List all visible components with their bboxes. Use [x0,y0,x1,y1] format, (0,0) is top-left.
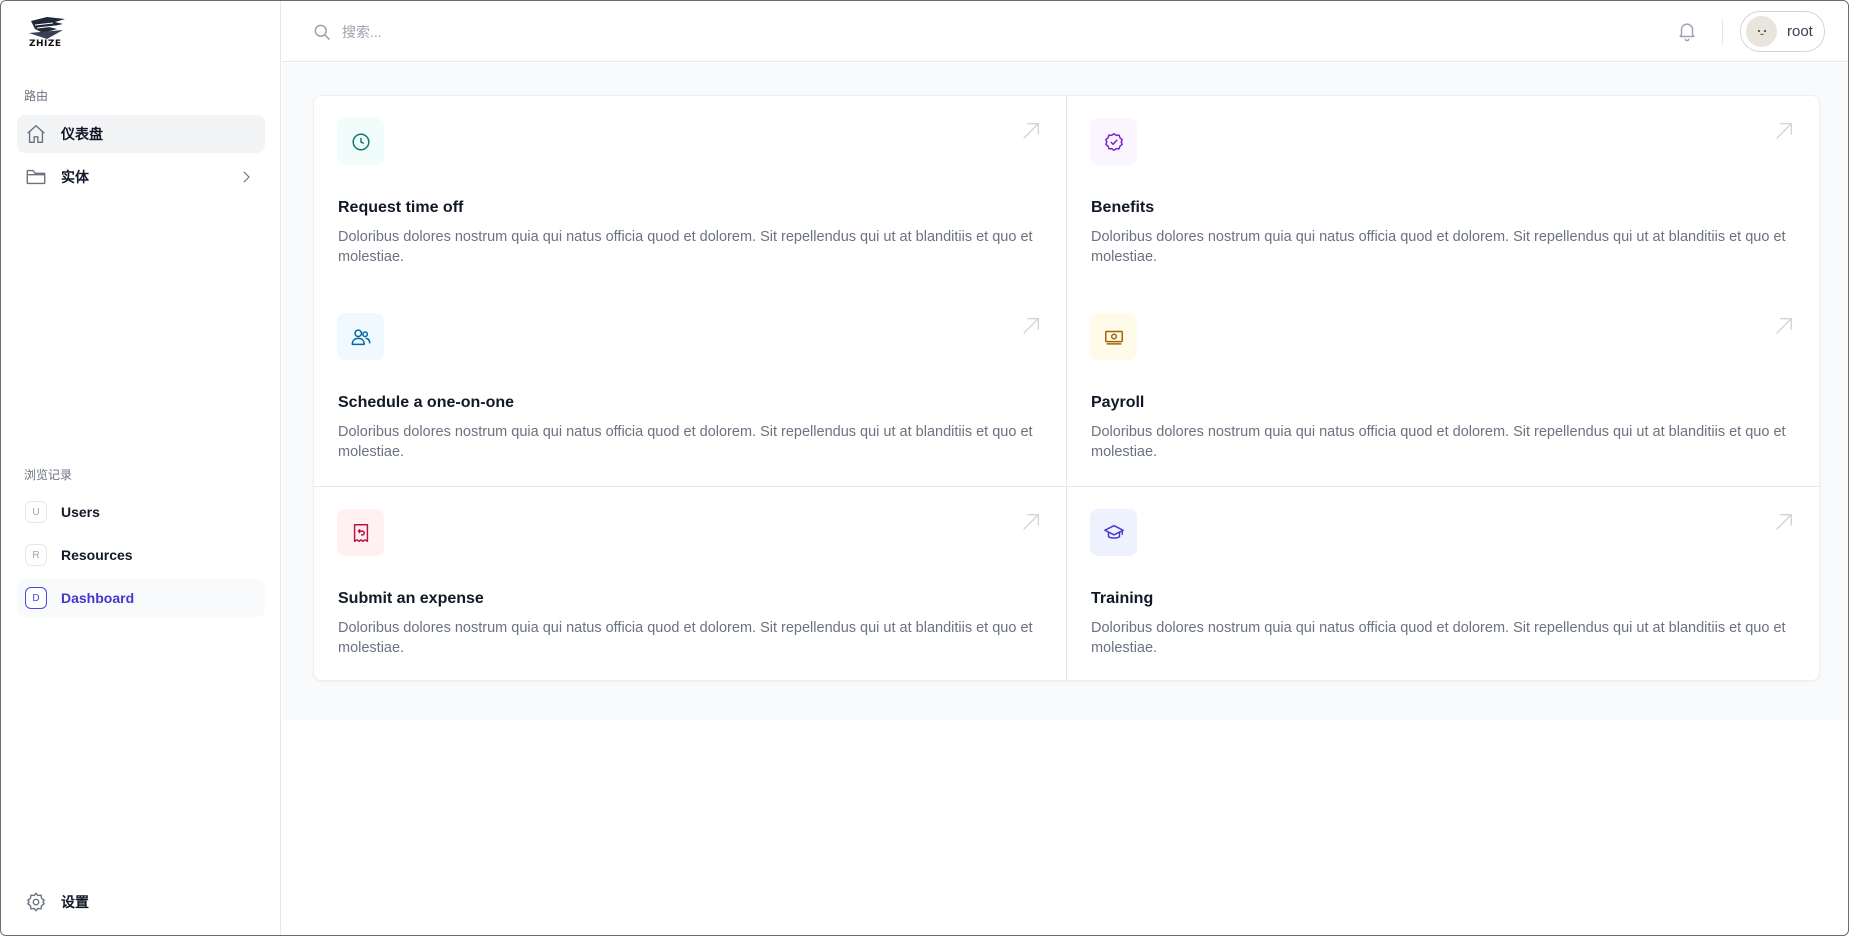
clock-icon [351,132,370,151]
card-title: Payroll [1091,394,1145,411]
search-input[interactable] [342,19,742,45]
arrow-up-right-icon [1023,317,1040,334]
card-description: Doloribus dolores nostrum quia qui natus… [1091,229,1786,265]
action-card-benefits[interactable]: Benefits Doloribus dolores nostrum quia … [1067,96,1819,291]
folder-icon [25,166,47,188]
history-item-dashboard[interactable]: D Dashboard [17,579,265,617]
chevron-right-icon [243,171,250,183]
card-description: Doloribus dolores nostrum quia qui natus… [338,229,1033,265]
action-card-submit-expense[interactable]: Submit an expense Doloribus dolores nost… [314,487,1066,682]
card-title: Schedule a one-on-one [338,394,515,411]
card-description: Doloribus dolores nostrum quia qui natus… [338,424,1033,460]
avatar-face-icon [1757,29,1766,35]
action-card-schedule-one-on-one[interactable]: Schedule a one-on-one Doloribus dolores … [314,291,1066,486]
action-card-request-time-off[interactable]: Request time off Doloribus dolores nostr… [314,96,1066,291]
action-card-payroll[interactable]: Payroll Doloribus dolores nostrum quia q… [1067,291,1819,486]
user-menu-button[interactable]: root [1740,11,1825,52]
settings-button[interactable]: 设置 [17,883,265,921]
sidebar: ZHIZE 路由 仪表盘 实体 浏览记录 U Users R Resources… [1,1,281,935]
sidebar-item-label: 仪表盘 [61,126,103,142]
arrow-up-right-icon [1776,513,1793,530]
card-icon-tile [337,509,384,556]
card-title: Submit an expense [338,590,484,607]
topbar-divider [1722,19,1723,45]
receipt-refund-icon [353,523,368,542]
card-description: Doloribus dolores nostrum quia qui natus… [1091,620,1786,656]
main-content: Request time off Doloribus dolores nostr… [282,63,1848,720]
card-title: Request time off [338,199,464,216]
history-item-label: Resources [61,547,133,563]
sidebar-item-entities[interactable]: 实体 [17,158,265,196]
card-description: Doloribus dolores nostrum quia qui natus… [1091,424,1786,460]
history-section-label: 浏览记录 [24,468,73,482]
history-item-resources[interactable]: R Resources [17,536,265,574]
history-badge: D [25,587,47,609]
arrow-up-right-icon [1776,122,1793,139]
users-icon [351,328,370,345]
search-icon [314,24,331,41]
sidebar-item-label: 实体 [61,169,89,185]
actions-grid: Request time off Doloribus dolores nostr… [313,95,1820,681]
arrow-up-right-icon [1776,317,1793,334]
card-icon-tile [337,118,384,165]
history-badge: R [25,544,47,566]
settings-label: 设置 [61,894,89,910]
topbar: root [282,1,1848,62]
academic-cap-icon [1103,524,1124,539]
card-title: Training [1091,590,1154,607]
banknotes-icon [1104,330,1123,345]
card-icon-tile [1090,118,1137,165]
card-icon-tile [1090,313,1137,360]
sidebar-item-dashboard[interactable]: 仪表盘 [17,115,265,153]
history-badge: U [25,501,47,523]
card-description: Doloribus dolores nostrum quia qui natus… [338,620,1033,656]
action-card-training[interactable]: Training Doloribus dolores nostrum quia … [1067,487,1819,682]
user-name: root [1787,23,1813,40]
home-icon [25,123,47,145]
card-icon-tile [1090,509,1137,556]
history-item-users[interactable]: U Users [17,493,265,531]
routes-section-label: 路由 [24,89,49,103]
brand-logo-text: ZHIZE [29,39,62,49]
avatar [1746,16,1777,47]
notification-bell-icon[interactable] [1676,20,1698,42]
arrow-up-right-icon [1023,122,1040,139]
history-item-label: Users [61,504,100,520]
arrow-up-right-icon [1023,513,1040,530]
gear-icon [25,891,47,913]
history-item-label: Dashboard [61,590,135,606]
check-badge-icon [1104,132,1123,151]
app-window: ZHIZE 路由 仪表盘 实体 浏览记录 U Users R Resources… [0,0,1849,936]
card-title: Benefits [1091,199,1155,216]
card-icon-tile [337,313,384,360]
